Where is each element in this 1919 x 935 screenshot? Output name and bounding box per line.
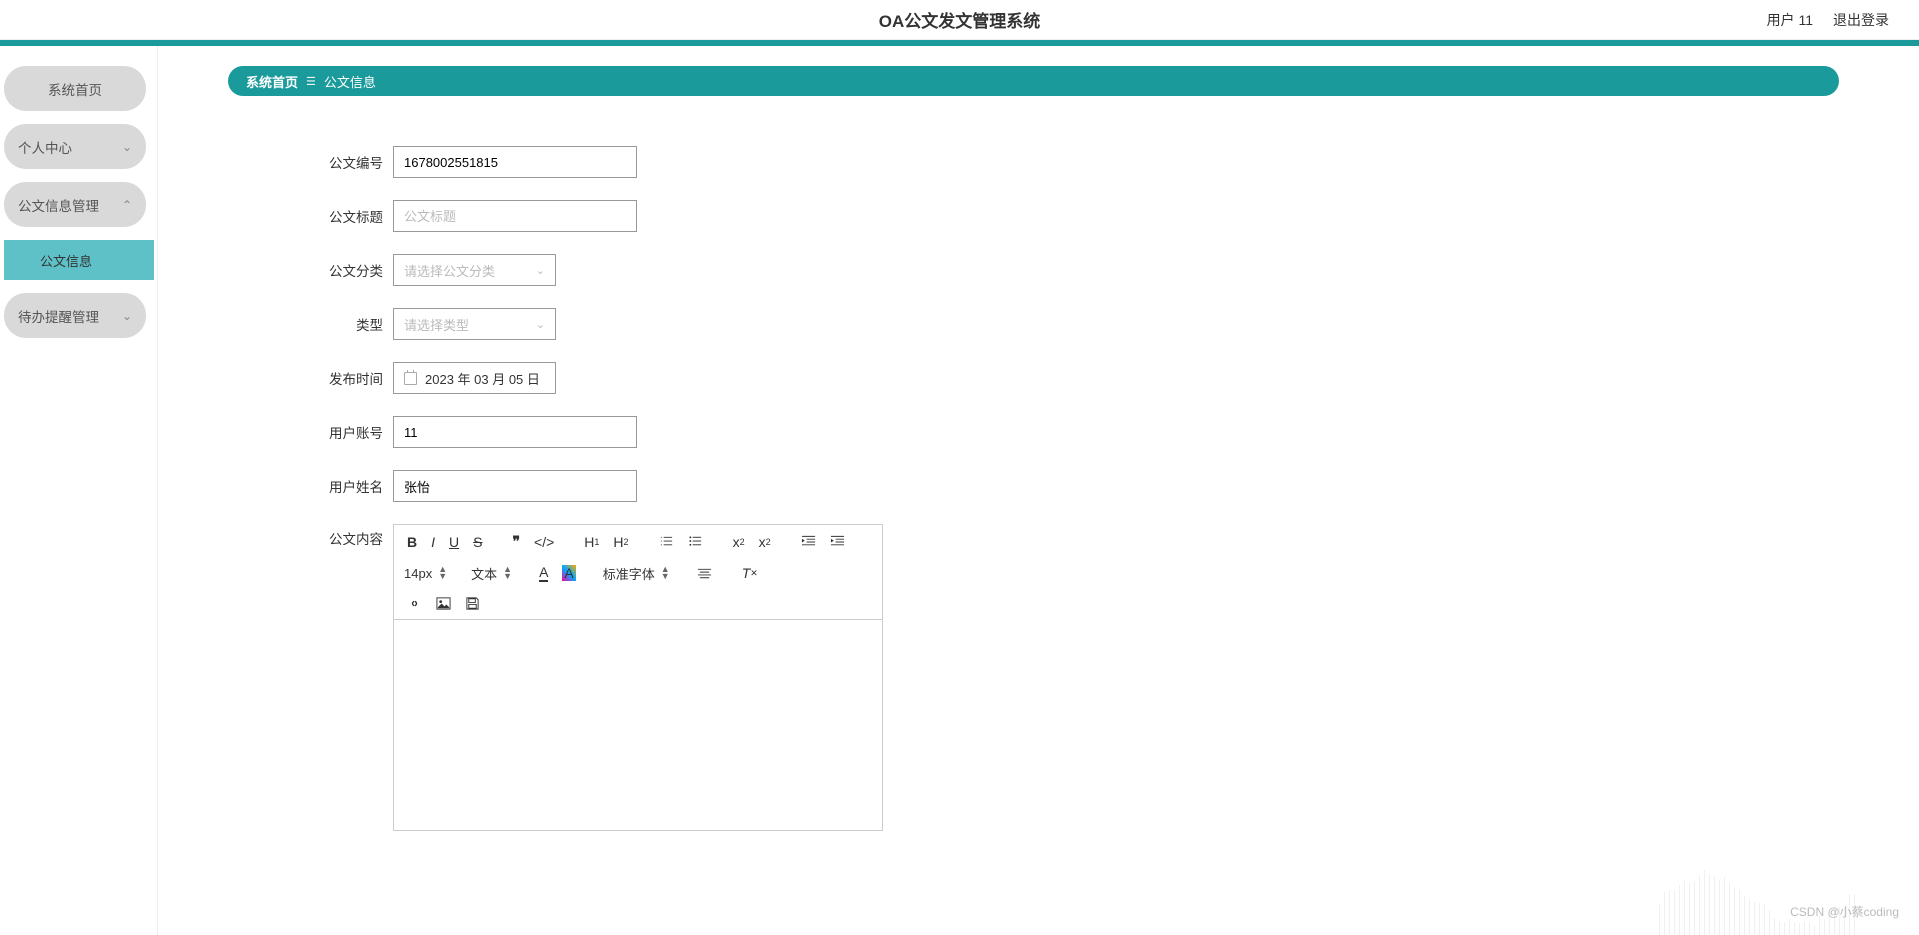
field-doc-type: 类型 请选择类型 ⌄ xyxy=(313,308,1839,340)
sidebar-item-label: 公文信息管理 xyxy=(18,195,99,215)
sidebar-item-profile[interactable]: 个人中心 ⌄ xyxy=(4,124,146,169)
save-button[interactable] xyxy=(462,594,483,613)
updown-icon: ▲▼ xyxy=(661,566,670,580)
select-placeholder: 请选择公文分类 xyxy=(404,261,495,280)
doc-category-select[interactable]: 请选择公文分类 ⌄ xyxy=(393,254,556,286)
doc-type-select[interactable]: 请选择类型 ⌄ xyxy=(393,308,556,340)
field-label: 用户账号 xyxy=(313,422,383,442)
format-select[interactable]: 文本 ▲▼ xyxy=(471,564,512,583)
underline-button[interactable]: U xyxy=(446,532,462,552)
field-doc-id: 公文编号 xyxy=(313,146,1839,178)
subscript-button[interactable]: x2 xyxy=(730,532,748,552)
field-doc-category: 公文分类 请选择公文分类 ⌄ xyxy=(313,254,1839,286)
chevron-down-icon: ⌄ xyxy=(122,309,132,323)
sidebar: 系统首页 个人中心 ⌄ 公文信息管理 ⌃ 公文信息 待办提醒管理 ⌄ xyxy=(0,46,158,935)
sidebar-item-label: 系统首页 xyxy=(48,79,102,99)
italic-button[interactable]: I xyxy=(428,532,438,552)
sidebar-item-home[interactable]: 系统首页 xyxy=(4,66,146,111)
field-doc-content: 公文内容 B I U S ❞ </> H1 H2 xyxy=(313,524,1839,831)
calendar-icon xyxy=(404,372,417,385)
publish-time-picker[interactable]: 2023 年 03 月 05 日 xyxy=(393,362,556,394)
text-color-button[interactable]: A xyxy=(536,562,551,584)
sidebar-subitem-doc-info[interactable]: 公文信息 xyxy=(4,240,154,280)
updown-icon: ▲▼ xyxy=(503,566,512,580)
sidebar-item-label: 公文信息 xyxy=(40,251,92,270)
bold-button[interactable]: B xyxy=(404,532,420,552)
field-label: 公文分类 xyxy=(313,260,383,280)
sidebar-item-todo[interactable]: 待办提醒管理 ⌄ xyxy=(4,293,146,338)
main-layout: 系统首页 个人中心 ⌄ 公文信息管理 ⌃ 公文信息 待办提醒管理 ⌄ 系统首页 … xyxy=(0,46,1919,935)
chevron-up-icon: ⌃ xyxy=(122,198,132,212)
font-family-select[interactable]: 标准字体 ▲▼ xyxy=(603,564,670,583)
date-value: 2023 年 03 月 05 日 xyxy=(425,369,540,388)
editor-toolbar: B I U S ❞ </> H1 H2 xyxy=(394,525,882,620)
breadcrumb-current: 公文信息 xyxy=(324,72,376,91)
strikethrough-button[interactable]: S xyxy=(470,532,485,552)
field-user-name: 用户姓名 xyxy=(313,470,1839,502)
field-label: 类型 xyxy=(313,314,383,334)
chevron-down-icon: ⌄ xyxy=(536,264,545,277)
select-placeholder: 请选择类型 xyxy=(404,315,469,334)
editor-content-area[interactable] xyxy=(394,620,882,830)
font-size-select[interactable]: 14px ▲▼ xyxy=(404,566,447,581)
field-label: 公文内容 xyxy=(313,524,383,831)
image-button[interactable] xyxy=(433,594,454,613)
updown-icon: ▲▼ xyxy=(438,566,447,580)
breadcrumb: 系统首页 ☰ 公文信息 xyxy=(228,66,1839,96)
chevron-down-icon: ⌄ xyxy=(122,140,132,154)
field-label: 公文编号 xyxy=(313,152,383,172)
watermark-text: CSDN @小蔡coding xyxy=(1790,903,1899,920)
indent-button[interactable] xyxy=(827,532,848,551)
chevron-down-icon: ⌄ xyxy=(536,318,545,331)
logout-link[interactable]: 退出登录 xyxy=(1833,10,1889,30)
clear-format-button[interactable]: T✕ xyxy=(739,563,761,583)
breadcrumb-home[interactable]: 系统首页 xyxy=(246,72,298,91)
sidebar-item-label: 个人中心 xyxy=(18,137,72,157)
sidebar-item-doc-manage[interactable]: 公文信息管理 ⌃ xyxy=(4,182,146,227)
user-account-input[interactable] xyxy=(393,416,637,448)
h1-button[interactable]: H1 xyxy=(581,532,602,552)
breadcrumb-separator-icon: ☰ xyxy=(306,75,316,88)
user-name-input[interactable] xyxy=(393,470,637,502)
superscript-button[interactable]: x2 xyxy=(756,532,774,552)
user-label[interactable]: 用户 11 xyxy=(1767,10,1813,30)
doc-id-input[interactable] xyxy=(393,146,637,178)
field-label: 用户姓名 xyxy=(313,476,383,496)
sidebar-item-label: 待办提醒管理 xyxy=(18,306,99,326)
field-label: 发布时间 xyxy=(313,368,383,388)
main-content: 系统首页 ☰ 公文信息 公文编号 公文标题 公文分类 请选择公文分类 ⌄ xyxy=(158,46,1919,935)
app-header: OA公文发文管理系统 用户 11 退出登录 xyxy=(0,0,1919,40)
app-title: OA公文发文管理系统 xyxy=(879,7,1041,32)
rich-text-editor: B I U S ❞ </> H1 H2 xyxy=(393,524,883,831)
unordered-list-button[interactable] xyxy=(685,532,706,551)
outdent-button[interactable] xyxy=(798,532,819,551)
field-user-account: 用户账号 xyxy=(313,416,1839,448)
code-button[interactable]: </> xyxy=(531,532,557,552)
h2-button[interactable]: H2 xyxy=(610,532,631,552)
document-form: 公文编号 公文标题 公文分类 请选择公文分类 ⌄ 类型 请选择类型 ⌄ xyxy=(228,146,1839,831)
background-color-button[interactable]: A xyxy=(559,563,578,583)
field-publish-time: 发布时间 2023 年 03 月 05 日 xyxy=(313,362,1839,394)
field-label: 公文标题 xyxy=(313,206,383,226)
ordered-list-button[interactable] xyxy=(656,532,677,551)
align-button[interactable] xyxy=(694,564,715,583)
doc-title-input[interactable] xyxy=(393,200,637,232)
header-user-area: 用户 11 退出登录 xyxy=(1767,10,1889,30)
field-doc-title: 公文标题 xyxy=(313,200,1839,232)
quote-button[interactable]: ❞ xyxy=(509,531,523,552)
link-button[interactable] xyxy=(404,594,425,613)
